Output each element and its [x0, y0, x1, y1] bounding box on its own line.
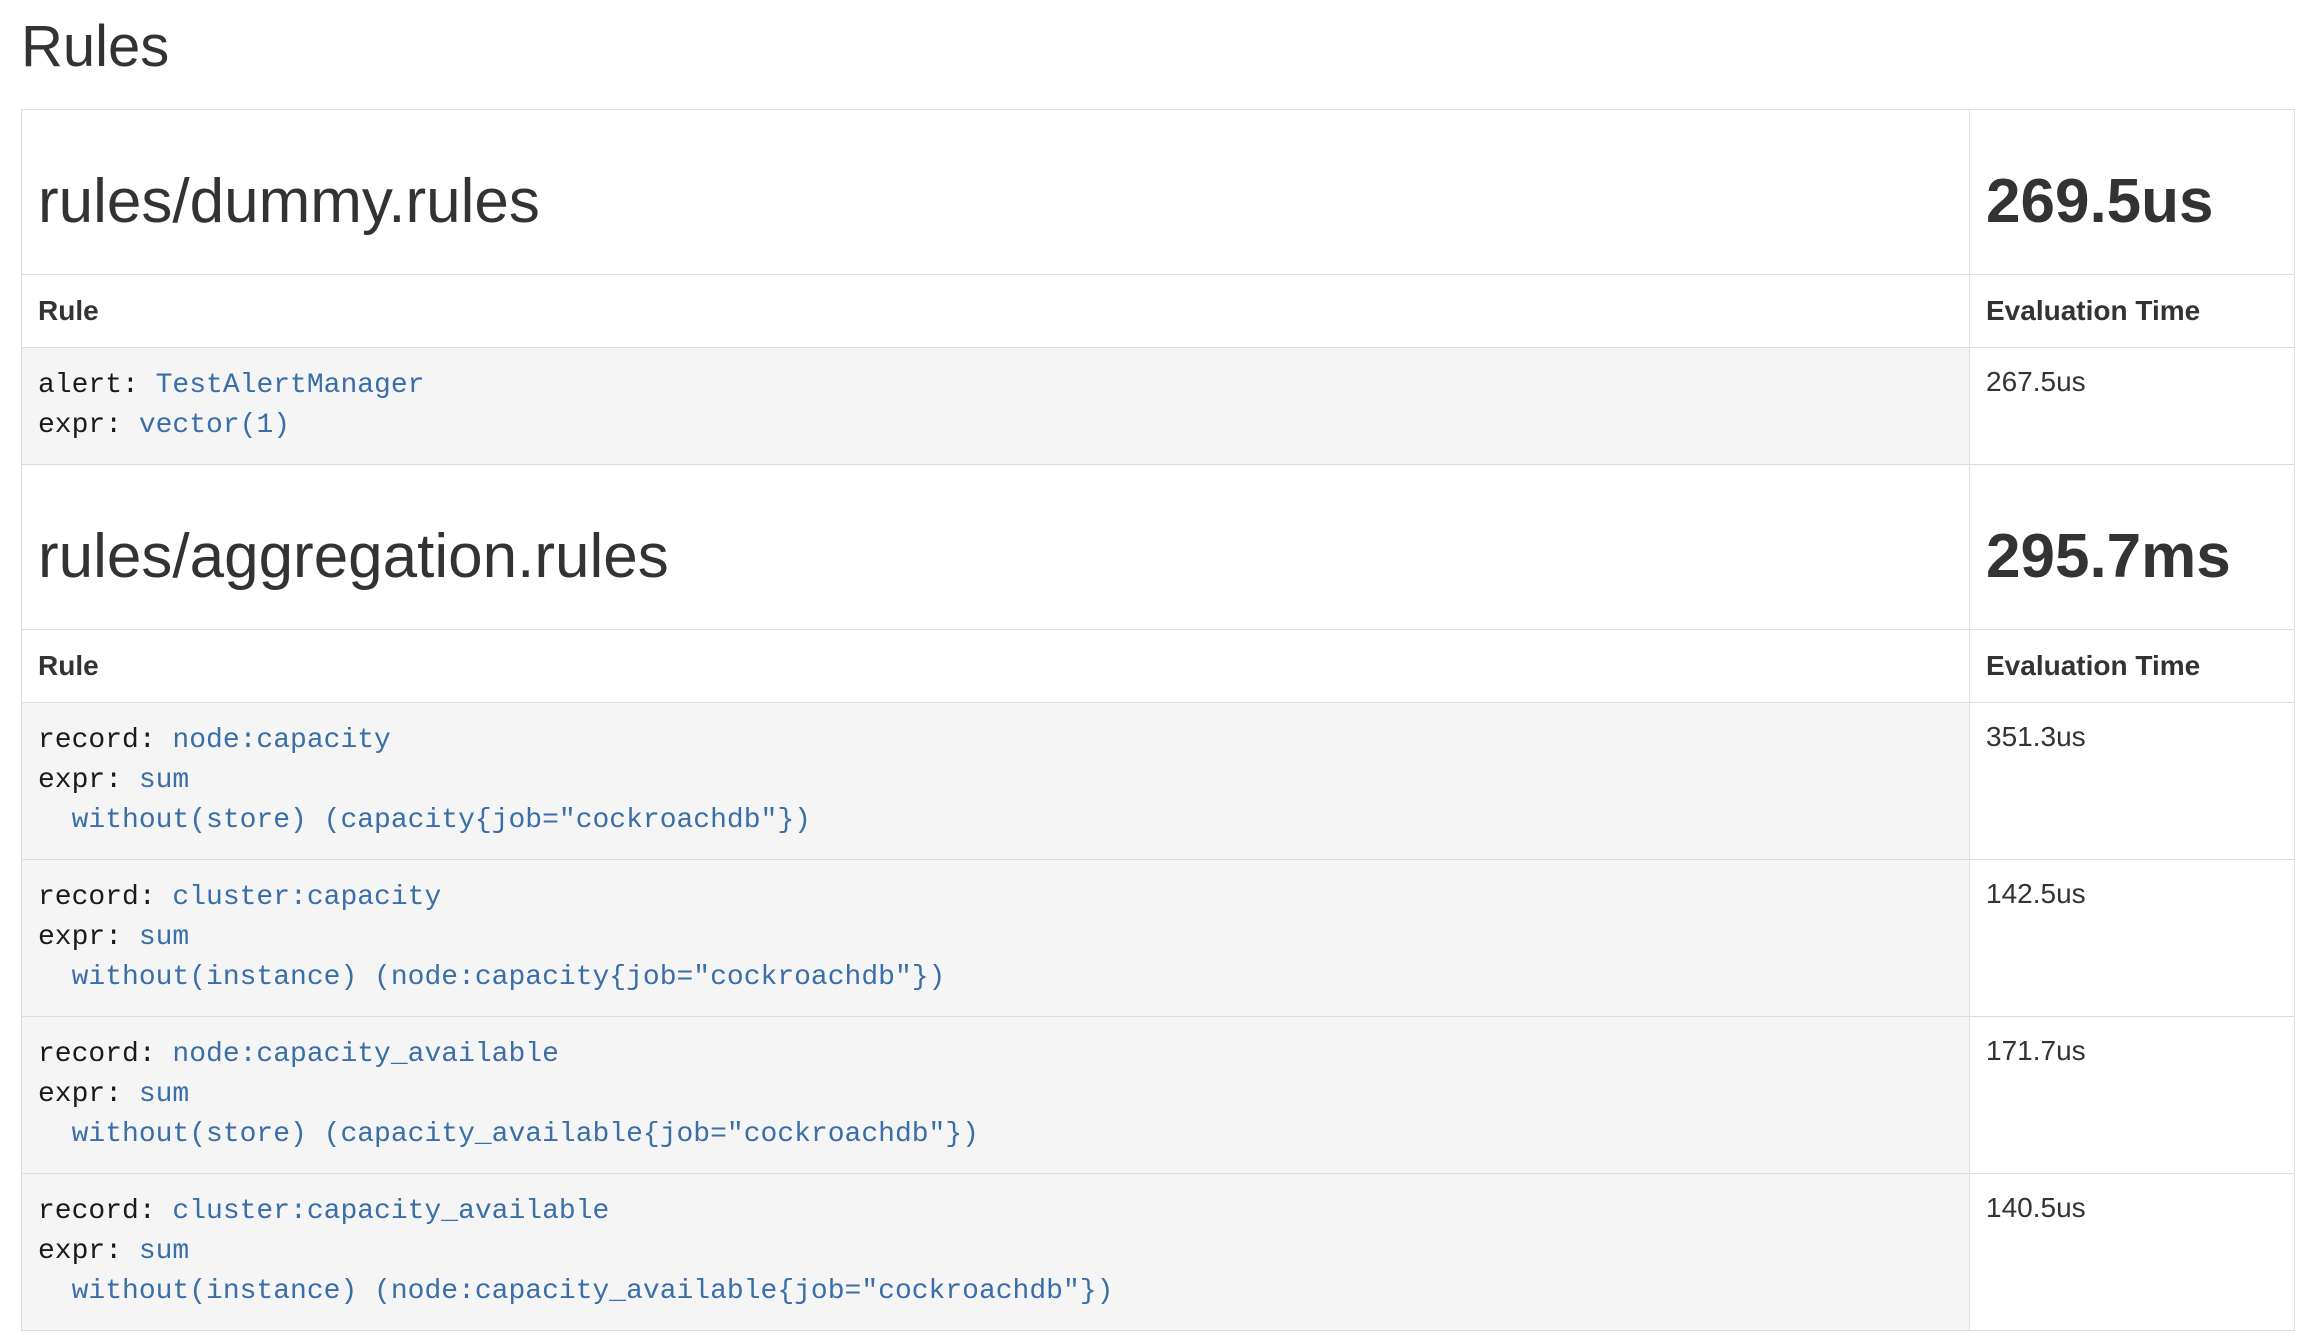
rule-keyword: record: [38, 725, 172, 756]
evaluation-time-cell: 351.3us [1970, 703, 2295, 860]
rule-code: record: cluster:capacity_available expr:… [22, 1174, 1970, 1331]
rule-code-line: expr: sum [38, 1075, 1953, 1115]
record-name-link[interactable]: node:capacity_available [172, 1039, 558, 1070]
rule-expr-link[interactable]: without(instance) (node:capacity_availab… [38, 1276, 1113, 1307]
rule-expr-link[interactable]: sum [139, 1079, 189, 1110]
record-name-link[interactable]: node:capacity [172, 725, 390, 756]
rules-table: rules/dummy.rules 269.5us Rule Evaluatio… [21, 109, 2295, 1331]
rule-row: record: node:capacity_available expr: su… [22, 1017, 2295, 1174]
rules-page: Rules rules/dummy.rules 269.5us Rule Eva… [0, 16, 2316, 1331]
rule-code: record: node:capacity_available expr: su… [22, 1017, 1970, 1174]
rule-expr-link[interactable]: sum [139, 922, 189, 953]
rule-keyword: record: [38, 1039, 172, 1070]
rule-code-line: without(store) (capacity_available{job="… [38, 1115, 1953, 1155]
rule-code: record: cluster:capacity expr: sum witho… [22, 860, 1970, 1017]
evaluation-time-cell: 142.5us [1970, 860, 2295, 1017]
evaluation-time-cell: 171.7us [1970, 1017, 2295, 1174]
evaluation-time-cell: 140.5us [1970, 1174, 2295, 1331]
column-header-row: Rule Evaluation Time [22, 274, 2295, 347]
rule-code-line: alert: TestAlertManager [38, 366, 1953, 406]
rule-keyword: record: [38, 882, 172, 913]
rule-expr-link[interactable]: vector(1) [139, 410, 290, 441]
rule-code-line: record: node:capacity [38, 721, 1953, 761]
rule-keyword: expr: [38, 410, 139, 441]
record-name-link[interactable]: cluster:capacity_available [172, 1196, 609, 1227]
rule-row: alert: TestAlertManager expr: vector(1) … [22, 347, 2295, 464]
group-time-cell: 295.7ms [1970, 464, 2295, 629]
rule-keyword: expr: [38, 1079, 139, 1110]
group-file-name: rules/dummy.rules [38, 168, 1953, 236]
rule-expr-link[interactable]: without(store) (capacity_available{job="… [38, 1119, 979, 1150]
group-evaluation-time: 295.7ms [1986, 523, 2278, 591]
group-header-row: rules/dummy.rules 269.5us [22, 109, 2295, 274]
column-header-evaluation-time: Evaluation Time [1970, 630, 2295, 703]
page-title: Rules [21, 16, 2295, 79]
rule-code: alert: TestAlertManager expr: vector(1) [22, 347, 1970, 464]
evaluation-time-cell: 267.5us [1970, 347, 2295, 464]
rule-code-line: record: cluster:capacity_available [38, 1192, 1953, 1232]
rule-row: record: cluster:capacity expr: sum witho… [22, 860, 2295, 1017]
rule-keyword: expr: [38, 1236, 139, 1267]
column-header-rule: Rule [22, 630, 1970, 703]
group-evaluation-time: 269.5us [1986, 168, 2278, 236]
rule-code-line: record: cluster:capacity [38, 878, 1953, 918]
rule-expr-link[interactable]: without(store) (capacity{job="cockroachd… [38, 805, 811, 836]
rule-code-line: expr: sum [38, 761, 1953, 801]
rule-keyword: expr: [38, 922, 139, 953]
rule-row: record: cluster:capacity_available expr:… [22, 1174, 2295, 1331]
rule-keyword: expr: [38, 765, 139, 796]
rule-row: record: node:capacity expr: sum without(… [22, 703, 2295, 860]
rule-code-line: expr: sum [38, 918, 1953, 958]
group-header-row: rules/aggregation.rules 295.7ms [22, 464, 2295, 629]
rule-code-line: record: node:capacity_available [38, 1035, 1953, 1075]
rule-code-line: without(instance) (node:capacity_availab… [38, 1272, 1953, 1312]
alert-name-link[interactable]: TestAlertManager [156, 370, 425, 401]
column-header-rule: Rule [22, 274, 1970, 347]
rule-expr-link[interactable]: without(instance) (node:capacity{job="co… [38, 962, 945, 993]
group-time-cell: 269.5us [1970, 109, 2295, 274]
rule-expr-link[interactable]: sum [139, 765, 189, 796]
rule-code-line: expr: vector(1) [38, 406, 1953, 446]
group-file-name: rules/aggregation.rules [38, 523, 1953, 591]
record-name-link[interactable]: cluster:capacity [172, 882, 441, 913]
rule-expr-link[interactable]: sum [139, 1236, 189, 1267]
rule-code-line: without(store) (capacity{job="cockroachd… [38, 801, 1953, 841]
rule-code-line: expr: sum [38, 1232, 1953, 1272]
group-file-cell: rules/aggregation.rules [22, 464, 1970, 629]
rule-code-line: without(instance) (node:capacity{job="co… [38, 958, 1953, 998]
rule-keyword: alert: [38, 370, 156, 401]
rule-keyword: record: [38, 1196, 172, 1227]
column-header-evaluation-time: Evaluation Time [1970, 274, 2295, 347]
group-file-cell: rules/dummy.rules [22, 109, 1970, 274]
rule-code: record: node:capacity expr: sum without(… [22, 703, 1970, 860]
column-header-row: Rule Evaluation Time [22, 630, 2295, 703]
